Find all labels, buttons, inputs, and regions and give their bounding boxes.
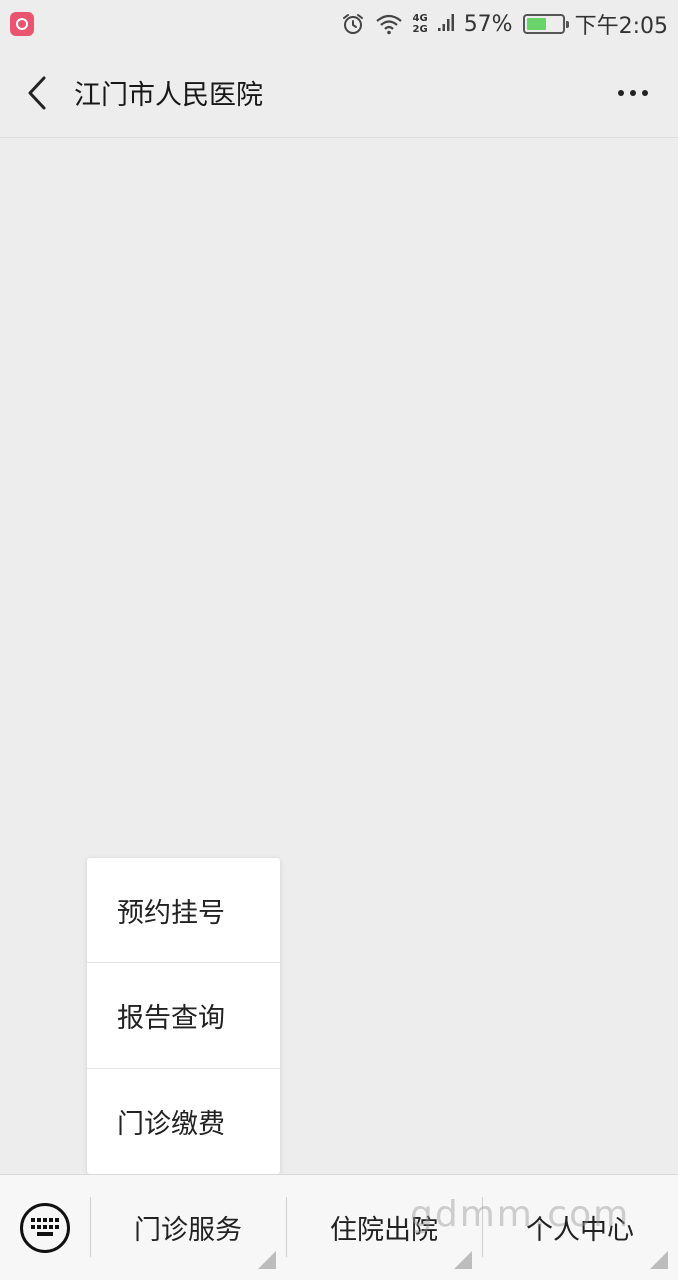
more-dot (630, 89, 636, 96)
submenu-item-outpatient-payment[interactable]: 门诊缴费 (87, 1069, 280, 1174)
more-dots-icon (618, 89, 624, 96)
menu-tab-label: 门诊服务 (134, 1215, 242, 1246)
menu-tab-outpatient-service[interactable]: 门诊服务 (90, 1175, 286, 1280)
app-badge-icon (10, 12, 34, 36)
keyboard-icon (20, 1202, 70, 1253)
battery-percent: 57% (463, 11, 513, 37)
battery-icon (522, 14, 569, 34)
submenu-corner-icon (258, 1250, 276, 1269)
status-right: 4G 2G 57% 下午2:05 (341, 8, 668, 40)
more-dot (642, 89, 648, 96)
menu-tab-label: 住院出院 (330, 1215, 438, 1246)
nav-bar: 江门市人民医院 (0, 48, 678, 138)
menu-tab-label: 个人中心 (526, 1215, 634, 1246)
menu-tab-inpatient[interactable]: 住院出院 (286, 1175, 482, 1280)
wechat-official-account-screen: 4G 2G 57% 下午2:05 江门市人民医院 预约挂号 报告查询 门诊缴费 … (0, 0, 678, 1280)
submenu-item-appointment[interactable]: 预约挂号 (87, 858, 280, 964)
submenu-corner-icon (650, 1250, 668, 1269)
clock: 下午2:05 (574, 14, 668, 39)
wifi-icon (375, 14, 402, 35)
status-bar: 4G 2G 57% 下午2:05 (0, 0, 678, 48)
bottom-menu-bar: 门诊服务 住院出院 个人中心 (0, 1174, 678, 1280)
chevron-left-icon (28, 76, 46, 109)
signal-icon (437, 14, 454, 31)
menu-tab-personal-center[interactable]: 个人中心 (482, 1175, 678, 1280)
outpatient-submenu: 预约挂号 报告查询 门诊缴费 (87, 858, 280, 1174)
keyboard-toggle-button[interactable] (0, 1175, 90, 1280)
page-title: 江门市人民医院 (74, 80, 263, 111)
submenu-item-report-query[interactable]: 报告查询 (87, 963, 280, 1069)
battery-fill (526, 18, 546, 30)
back-button[interactable] (0, 48, 74, 138)
network-top-label: 4G (412, 13, 428, 24)
more-button[interactable] (588, 48, 678, 138)
network-bottom-label: 2G (412, 24, 428, 35)
submenu-corner-icon (454, 1250, 472, 1269)
network-type: 4G 2G (413, 13, 428, 35)
alarm-icon (342, 14, 363, 34)
